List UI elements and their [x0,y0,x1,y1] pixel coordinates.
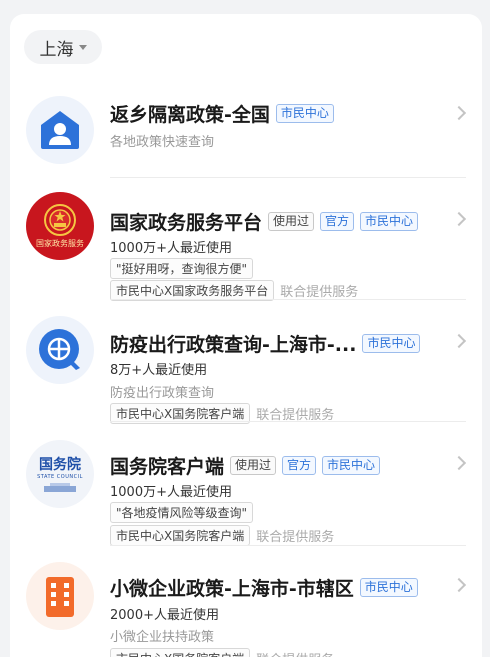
state-council-icon: 国务院 STATE COUNCIL [26,440,94,508]
chevron-right-icon [451,455,467,471]
tag-used: 使用过 [268,212,315,231]
item-subtitle: 小微企业扶持政策 [110,630,215,645]
item-title: 国务院客户端 [110,456,225,478]
list-item-national-gov-platform[interactable]: 国家政务服务 国家政务服务平台 使用过 官方 市民中心 1000万+人最近使用 … [10,178,482,301]
tag-official: 官方 [320,212,355,231]
chevron-right-icon [451,105,467,121]
usage-count: 1000万+人最近使用 [110,241,232,256]
service-card: 上海 返乡隔离政策-全国 市民中心 各地政策快速查询 国家政务服务 国家政务服务… [10,14,482,657]
caret-down-icon [78,44,87,50]
item-title: 小微企业政策-上海市-市辖区 [110,578,354,600]
user-quote: "挺好用呀，查询很方便" [110,258,254,279]
national-emblem-icon: 国家政务服务 [26,192,94,260]
tag-citizen-center: 市民中心 [362,334,421,353]
item-title: 国家政务服务平台 [110,212,263,234]
provider-suffix: 联合提供服务 [256,530,335,545]
provider-source: 市民中心X国务院客户端 [110,525,251,546]
list-item-small-business-policy[interactable]: 小微企业政策-上海市-市辖区 市民中心 2000+人最近使用 小微企业扶持政策 … [10,546,482,657]
usage-count: 8万+人最近使用 [110,363,208,378]
user-quote: "各地疫情风险等级查询" [110,502,254,523]
usage-count: 1000万+人最近使用 [110,485,232,500]
house-person-icon [26,96,94,164]
tag-citizen-center: 市民中心 [322,456,381,475]
usage-count: 2000+人最近使用 [110,608,219,623]
item-title: 防疫出行政策查询-上海市-... [110,334,357,356]
list-item-state-council-client[interactable]: 国务院 STATE COUNCIL 国务院客户端 使用过 官方 市民中心 100… [10,422,482,546]
tag-citizen-center: 市民中心 [360,212,419,231]
building-icon [26,562,94,630]
provider-suffix: 联合提供服务 [256,649,334,657]
globe-search-icon [26,316,94,384]
chevron-right-icon [451,577,467,593]
provider-source: 市民中心X国家政务服务平台 [110,280,275,301]
tag-citizen-center: 市民中心 [359,578,418,597]
logo-text: 国务院 [39,457,81,473]
tag-citizen-center: 市民中心 [275,104,334,123]
logo-caption: 国家政务服务 [36,239,84,248]
chevron-right-icon [451,211,467,227]
logo-subtext: STATE COUNCIL [37,474,83,480]
list-item-return-policy[interactable]: 返乡隔离政策-全国 市民中心 各地政策快速查询 [10,84,482,178]
city-selector[interactable]: 上海 [24,30,102,64]
item-title: 返乡隔离政策-全国 [110,104,270,126]
item-subtitle: 各地政策快速查询 [110,135,215,150]
tag-official: 官方 [282,456,317,475]
chevron-right-icon [451,333,467,349]
provider-source: 市民中心X国务院客户端 [110,648,251,657]
list-item-epidemic-travel[interactable]: 防疫出行政策查询-上海市-... 市民中心 8万+人最近使用 防疫出行政策查询 … [10,300,482,424]
provider-suffix: 联合提供服务 [280,285,359,300]
item-subtitle: 防疫出行政策查询 [110,386,215,401]
tag-used: 使用过 [230,456,277,475]
city-label: 上海 [39,39,74,60]
